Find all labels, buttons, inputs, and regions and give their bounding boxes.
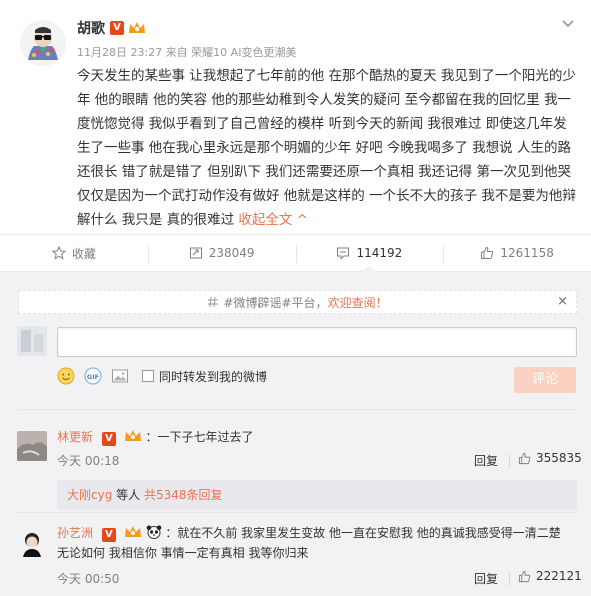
comment-like-button[interactable]: 222121 — [518, 569, 582, 583]
comment-like-count: 222121 — [536, 569, 582, 583]
comment-avatar[interactable] — [17, 527, 47, 557]
panda-icon — [146, 525, 161, 539]
gif-icon[interactable]: GIF — [84, 367, 102, 385]
separator — [509, 572, 510, 586]
action-bar: 收藏 238049 114192 1261158 — [0, 234, 591, 272]
comment-button[interactable]: 114192 — [295, 235, 444, 272]
notice-tag[interactable]: #微博辟谣# — [223, 294, 291, 311]
checkbox-box[interactable] — [142, 370, 154, 382]
forward-label: 同时转发到我的微博 — [159, 369, 268, 384]
separator — [509, 454, 510, 468]
comment-text: 林更新 V ：一下子七年过去了 — [57, 427, 573, 447]
verified-icon: V — [101, 432, 116, 446]
comment-like-button[interactable]: 355835 — [518, 451, 582, 465]
divider — [17, 409, 577, 410]
emoji-icon[interactable] — [57, 367, 75, 385]
comment-input[interactable] — [57, 327, 577, 357]
verified-icon: V — [110, 21, 124, 35]
notice-text: 平台， — [291, 295, 328, 310]
comment-content: ：一下子七年过去了 — [145, 430, 254, 444]
forward-checkbox[interactable]: 同时转发到我的微博 — [142, 368, 267, 385]
sub-reply-count[interactable]: 共5348条回复 — [144, 488, 223, 502]
image-icon[interactable] — [111, 367, 129, 385]
comment-count: 114192 — [356, 246, 403, 260]
thumbs-up-icon — [518, 570, 531, 582]
sub-replies-summary[interactable]: 大刚cyg 等人 共5348条回复 — [57, 480, 577, 510]
repost-count: 238049 — [208, 246, 255, 260]
vip-crown-icon — [124, 526, 141, 537]
comment-avatar[interactable] — [17, 431, 47, 461]
like-count: 1261158 — [500, 246, 554, 260]
notice-link[interactable]: 欢迎查阅！ — [328, 294, 388, 311]
vip-crown-icon — [129, 22, 145, 33]
comment-text: 孙艺洲 V ：就在不久前 我家里发生变故 他一直在安慰我 他的真诚我感受得一清二… — [57, 523, 573, 563]
post-text: 今天发生的某些事 让我想起了七年前的他 在那个酷热的夏天 我见到了一个阳光的少年… — [77, 64, 579, 232]
sub-reply-user[interactable]: 大刚cyg — [67, 488, 112, 502]
reply-button[interactable]: 回复 — [474, 452, 498, 469]
star-icon — [51, 246, 66, 260]
post-body: 今天发生的某些事 让我想起了七年前的他 在那个酷热的夏天 我见到了一个阳光的少年… — [77, 68, 576, 228]
thumbs-up-icon — [481, 246, 494, 259]
sub-reply-text: 等人 — [112, 488, 144, 502]
author-avatar[interactable] — [20, 20, 66, 66]
like-button[interactable]: 1261158 — [443, 235, 591, 271]
composer-toolbar: GIF 同时转发到我的微博 — [57, 366, 267, 386]
author-line: 胡歌 V — [77, 17, 146, 39]
post-meta: 11月28日 23:27 来自 荣耀10 AI变色更潮美 — [77, 46, 297, 59]
svg-text:GIF: GIF — [87, 373, 99, 381]
comment-like-count: 355835 — [536, 451, 582, 465]
submit-comment-button[interactable]: 评论 — [514, 367, 576, 393]
comment-user[interactable]: 孙艺洲 — [57, 526, 93, 540]
my-avatar — [17, 326, 47, 356]
repost-button[interactable]: 238049 — [147, 235, 296, 271]
repost-icon — [189, 247, 202, 259]
favorite-button[interactable]: 收藏 — [0, 235, 148, 271]
author-name[interactable]: 胡歌 — [77, 18, 105, 38]
active-indicator — [362, 265, 377, 272]
thumbs-up-icon — [518, 452, 531, 464]
divider — [17, 512, 577, 513]
vip-crown-icon — [124, 430, 141, 441]
favorite-label: 收藏 — [71, 246, 96, 261]
collapse-link[interactable]: 收起全文 ^ — [238, 212, 308, 228]
rumor-notice: #微博辟谣# 平台， 欢迎查阅！ × — [18, 290, 577, 314]
comment-user[interactable]: 林更新 — [57, 430, 93, 444]
reply-button[interactable]: 回复 — [474, 570, 498, 587]
chevron-down-icon[interactable] — [559, 14, 577, 32]
hashtag-icon — [208, 296, 219, 308]
comment-time: 今天 00:18 — [57, 454, 120, 468]
comment-time: 今天 00:50 — [57, 572, 120, 586]
verified-icon: V — [101, 528, 116, 542]
comment-icon — [337, 247, 350, 260]
close-icon[interactable]: × — [557, 294, 568, 309]
